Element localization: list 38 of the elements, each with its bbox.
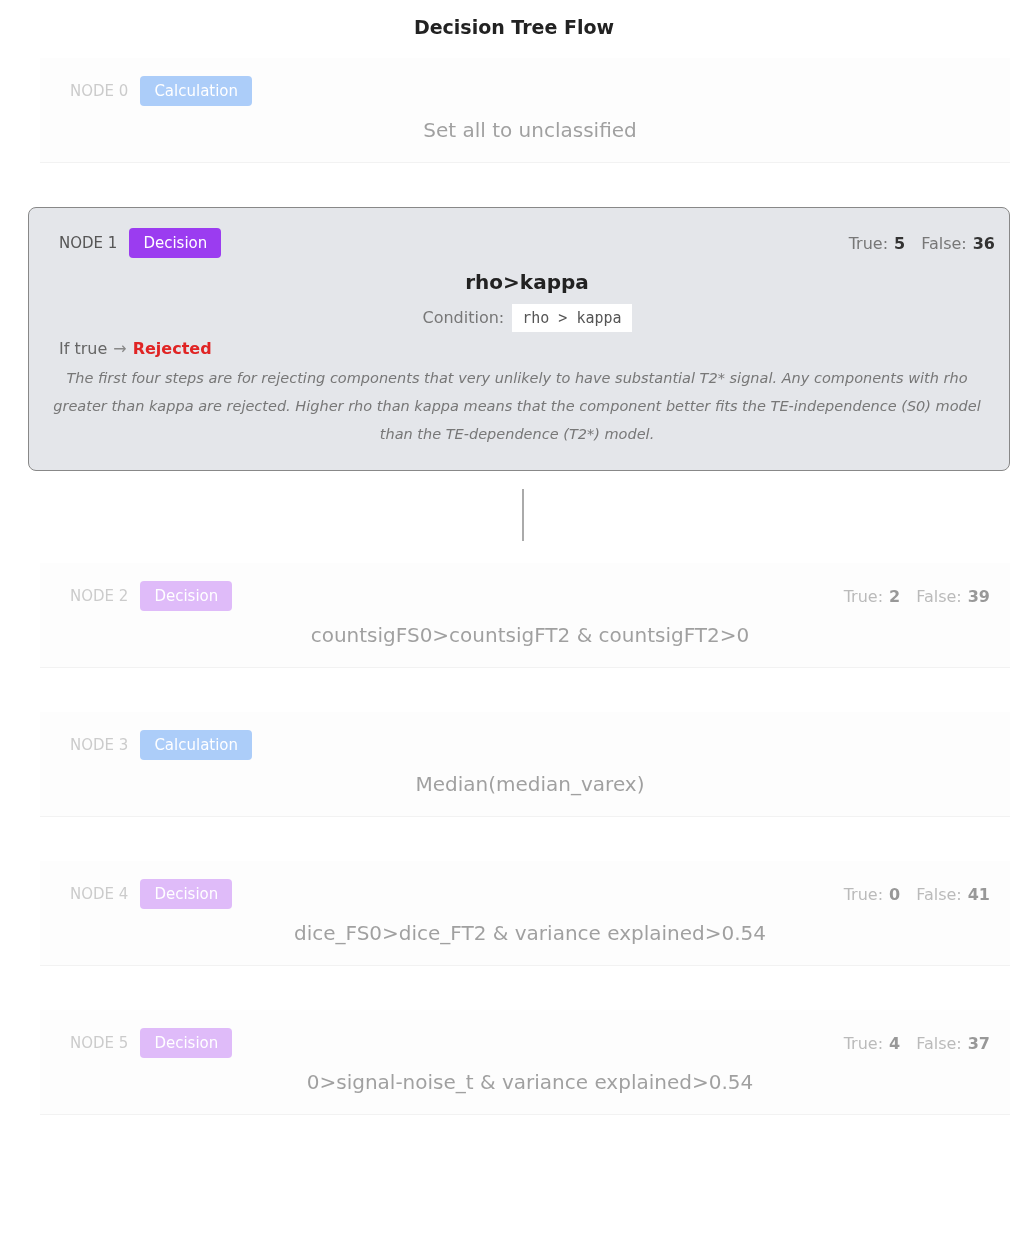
false-label: False: bbox=[916, 586, 962, 606]
type-badge: Decision bbox=[129, 228, 222, 258]
expression: rho>kappa bbox=[464, 270, 590, 294]
expression: 0>signal-noise_t & variance explained>0.54 bbox=[305, 1070, 755, 1094]
expression: countsigFS0>countsigFT2 & countsigFT2>0 bbox=[309, 623, 751, 647]
node-label: NODE 1 bbox=[59, 234, 118, 252]
true-count: 2 bbox=[889, 586, 901, 606]
type-badge: Calculation bbox=[140, 730, 253, 760]
expression: Median(median_varex) bbox=[414, 772, 646, 796]
true-label: True: bbox=[848, 233, 889, 253]
condition-code: rho > kappa bbox=[512, 304, 632, 332]
node-card[interactable] bbox=[28, 207, 1010, 471]
false-label: False: bbox=[916, 1033, 962, 1053]
outcome-label: If true bbox=[59, 339, 108, 358]
false-label: False: bbox=[916, 884, 962, 904]
true-label: True: bbox=[843, 884, 884, 904]
true-count: 5 bbox=[894, 233, 906, 253]
true-label: True: bbox=[843, 1033, 884, 1053]
condition-label: Condition: bbox=[422, 308, 505, 327]
page-title: Decision Tree Flow bbox=[412, 16, 616, 38]
expression: Set all to unclassified bbox=[422, 118, 638, 142]
outcome-value: Rejected bbox=[132, 339, 212, 358]
connector-line bbox=[522, 489, 524, 541]
false-count: 39 bbox=[967, 586, 990, 606]
true-count: 4 bbox=[889, 1033, 901, 1053]
false-count: 37 bbox=[967, 1033, 990, 1053]
false-label: False: bbox=[921, 233, 967, 253]
type-badge: Decision bbox=[140, 879, 233, 909]
type-badge: Decision bbox=[140, 1028, 233, 1058]
description-text: The first four steps are for rejecting components that very unlikely to have substantial T2* signal. Any components with rho greater than kappa are rejected. Higher rho than kappa means that the component better fits the TE-independence (S0) model than the TE-dependence (T2*) model. bbox=[52, 369, 982, 444]
type-badge: Decision bbox=[140, 581, 233, 611]
false-count: 41 bbox=[967, 884, 990, 904]
true-count: 0 bbox=[889, 884, 901, 904]
expression: dice_FS0>dice_FT2 & variance explained>0.54 bbox=[292, 921, 768, 945]
arrow-icon: → bbox=[113, 339, 127, 358]
false-count: 36 bbox=[972, 233, 995, 253]
type-badge: Calculation bbox=[140, 76, 253, 106]
true-label: True: bbox=[843, 586, 884, 606]
